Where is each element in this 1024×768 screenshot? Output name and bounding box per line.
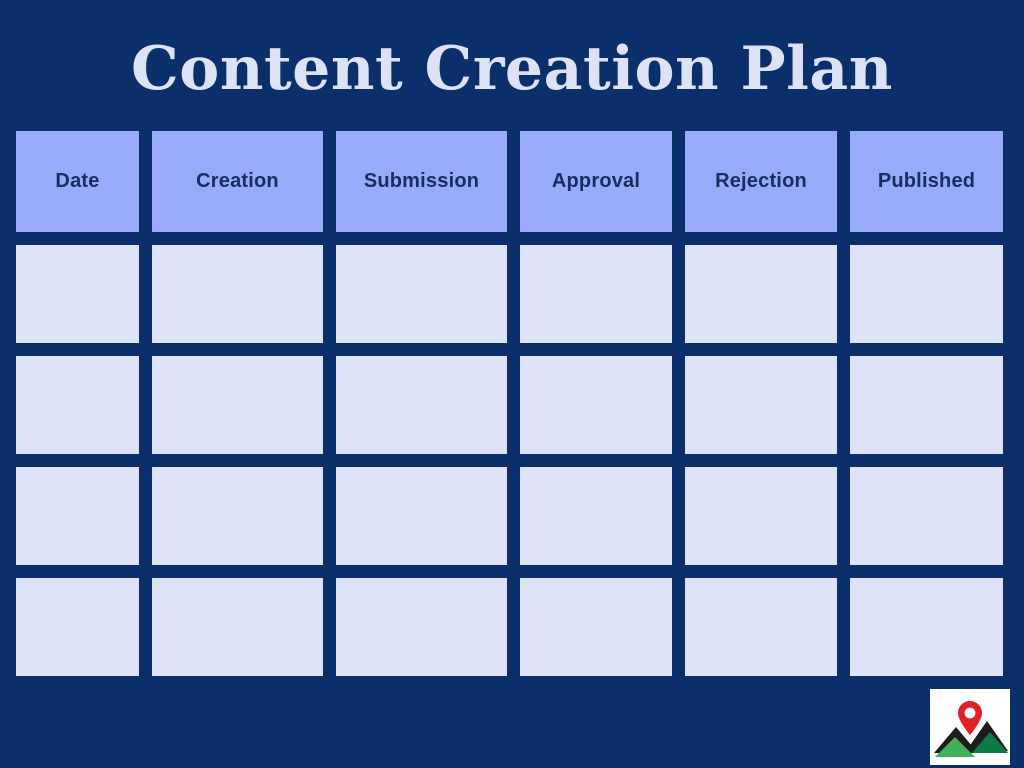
table-cell[interactable] [685,578,837,676]
table-cell[interactable] [16,578,139,676]
table-cell[interactable] [152,578,323,676]
table-cell[interactable] [685,356,837,454]
slide: Content Creation Plan Date Creation Subm… [0,0,1024,768]
mountain-pin-logo [930,689,1010,765]
table-cell[interactable] [336,356,507,454]
column-header-published: Published [850,131,1003,232]
column-header-submission: Submission [336,131,507,232]
column-header-label: Published [877,170,976,192]
table-cell[interactable] [336,245,507,343]
table-cell[interactable] [520,467,672,565]
column-header-label: Rejection [715,170,807,192]
table-cell[interactable] [16,467,139,565]
column-header-label: Creation [196,170,279,192]
table-cell[interactable] [520,245,672,343]
table-cell[interactable] [685,467,837,565]
table-cell[interactable] [850,245,1003,343]
table-cell[interactable] [16,356,139,454]
table-cell[interactable] [152,245,323,343]
table-cell[interactable] [336,578,507,676]
table-cell[interactable] [850,467,1003,565]
table-cell[interactable] [152,467,323,565]
table-cell[interactable] [336,467,507,565]
column-header-label: Submission [363,170,480,192]
page-title: Content Creation Plan [131,34,893,104]
column-header-date: Date [16,131,139,232]
table-cell[interactable] [850,578,1003,676]
column-header-label: Approval [551,170,641,192]
table-cell[interactable] [152,356,323,454]
table-cell[interactable] [850,356,1003,454]
column-header-rejection: Rejection [685,131,837,232]
table-cell[interactable] [520,356,672,454]
table-cell[interactable] [520,578,672,676]
content-plan-table: Date Creation Submission Approval Reject… [16,131,1008,676]
table-cell[interactable] [16,245,139,343]
table-cell[interactable] [685,245,837,343]
column-header-creation: Creation [152,131,323,232]
column-header-approval: Approval [520,131,672,232]
column-header-label: Date [55,170,100,192]
